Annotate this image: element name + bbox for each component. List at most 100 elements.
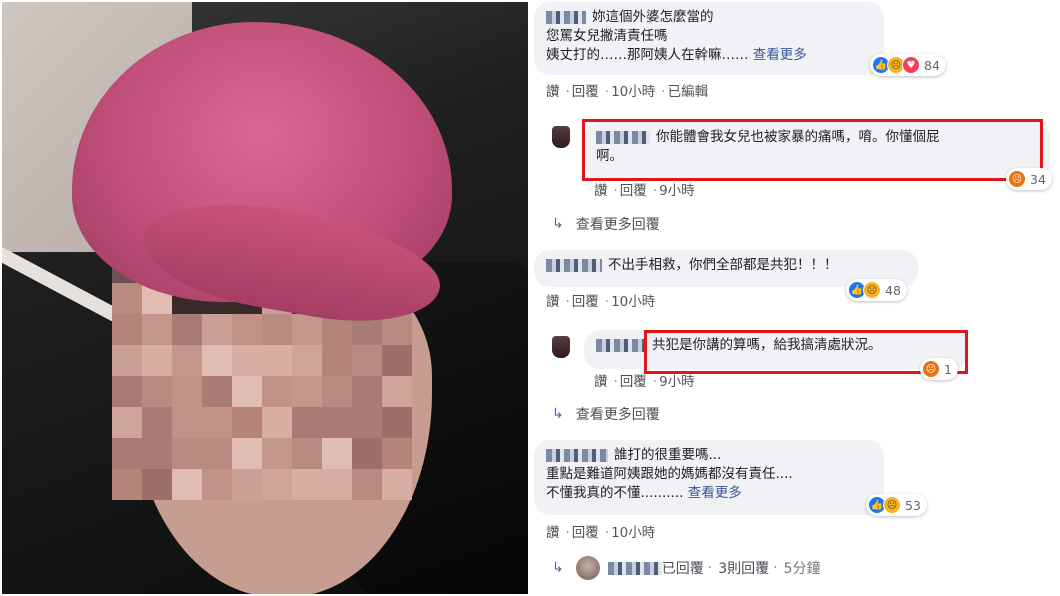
mosaic-tile [112, 345, 142, 376]
mosaic-tile [382, 407, 412, 438]
mosaic-tile [232, 407, 262, 438]
mosaic-tile [382, 345, 412, 376]
avatar[interactable] [552, 336, 570, 358]
commenter-name[interactable] [596, 338, 646, 352]
avatar [575, 556, 600, 580]
comment-text: 姨丈打的……那阿姨人在幹嘛…… [546, 47, 749, 63]
comment-actions: 讚 · 回覆 · 10小時 · 已編輯 [546, 84, 709, 100]
mosaic-tile [382, 376, 412, 407]
replier-name[interactable] [607, 561, 662, 575]
mosaic-tile [112, 314, 142, 345]
reply-button[interactable]: 回覆 [620, 374, 647, 390]
like-button[interactable]: 讚 [546, 294, 560, 310]
reply-button[interactable]: 回覆 [572, 525, 599, 541]
mosaic-tile [172, 469, 202, 500]
commenter-name[interactable] [546, 258, 602, 272]
reaction-summary[interactable]: ☹ 1 [920, 358, 958, 380]
reply-count[interactable]: 3則回覆 [718, 558, 769, 578]
reply-button[interactable]: 回覆 [572, 84, 599, 100]
mosaic-tile [142, 438, 172, 469]
mosaic-tile [352, 469, 382, 500]
edited-label: 已編輯 [667, 84, 709, 100]
mosaic-tile [292, 345, 322, 376]
mosaic-tile [232, 376, 262, 407]
reaction-summary[interactable]: 👍 ☹ ♥ 84 [870, 54, 946, 76]
mosaic-tile [142, 407, 172, 438]
mosaic-tile [202, 469, 232, 500]
reply-arrow-icon: ↳ [552, 216, 564, 232]
mosaic-tile [292, 469, 322, 500]
view-more-replies-link[interactable]: ↳ 查看更多回覆 [552, 214, 660, 234]
timestamp[interactable]: 10小時 [611, 294, 655, 310]
comment-actions: 讚 · 回覆 · 9小時 [594, 183, 695, 199]
mosaic-tile [322, 407, 352, 438]
mosaic-tile [172, 376, 202, 407]
timestamp[interactable]: 9小時 [659, 183, 695, 199]
mosaic-tile [112, 283, 142, 314]
mosaic-tile [142, 345, 172, 376]
comment-text: 誰打的很重要嗎... [614, 447, 722, 463]
mosaic-tile [172, 345, 202, 376]
mosaic-tile [112, 438, 142, 469]
mosaic-tile [262, 407, 292, 438]
reply-arrow-icon: ↳ [552, 560, 564, 576]
mosaic-tile [352, 376, 382, 407]
mosaic-tile [202, 345, 232, 376]
commenter-name[interactable] [546, 10, 586, 24]
mosaic-tile [232, 469, 262, 500]
view-more-replies-link[interactable]: ↳ 查看更多回覆 [552, 404, 660, 424]
highlight-box [582, 119, 1043, 181]
mosaic-tile [292, 314, 322, 345]
timestamp[interactable]: 10小時 [611, 84, 655, 100]
mosaic-tile [292, 438, 322, 469]
reply-button[interactable]: 回覆 [572, 294, 599, 310]
mosaic-tile [172, 407, 202, 438]
mosaic-tile [292, 407, 322, 438]
profile-photo [2, 2, 528, 594]
mosaic-tile [112, 407, 142, 438]
mosaic-tile [142, 376, 172, 407]
timestamp[interactable]: 9小時 [659, 374, 695, 390]
mosaic-tile [232, 438, 262, 469]
comment-actions: 讚 · 回覆 · 9小時 [594, 374, 695, 390]
mosaic-tile [202, 314, 232, 345]
mosaic-tile [172, 314, 202, 345]
comment-bubble: 妳這個外婆怎麼當的 您罵女兒撇清責任嗎 姨丈打的……那阿姨人在幹嘛…… 查看更多 [534, 2, 884, 75]
mosaic-tile [262, 376, 292, 407]
view-more-replies-label: 查看更多回覆 [575, 217, 660, 233]
reaction-count: 84 [924, 57, 940, 73]
comment-text: 不出手相救，你們全部都是共犯！！！ [608, 257, 838, 273]
reaction-count: 53 [905, 497, 921, 513]
mosaic-tile [112, 376, 142, 407]
reaction-summary[interactable]: 👍 ☹ 53 [866, 494, 927, 516]
like-button[interactable]: 讚 [546, 84, 560, 100]
comment-bubble: 誰打的很重要嗎... 重點是難道阿姨跟她的媽媽都沒有責任.... 不懂我真的不懂… [534, 440, 884, 515]
replies-summary[interactable]: ↳ 已回覆 · 3則回覆 · 5分鐘 [552, 556, 820, 580]
comment-text: 不懂我真的不懂.......... [546, 485, 684, 501]
like-button[interactable]: 讚 [594, 374, 608, 390]
timestamp[interactable]: 10小時 [611, 525, 655, 541]
mosaic-tile [382, 469, 412, 500]
mosaic-tile [322, 438, 352, 469]
mosaic-tile [112, 469, 142, 500]
mosaic-tile [262, 314, 292, 345]
mosaic-tile [142, 469, 172, 500]
comment-text: 重點是難道阿姨跟她的媽媽都沒有責任.... [546, 466, 793, 482]
reaction-summary[interactable]: 👍 ☹ 48 [846, 279, 907, 301]
mosaic-tile [352, 345, 382, 376]
reaction-summary[interactable]: ☹ 34 [1006, 168, 1052, 190]
like-button[interactable]: 讚 [594, 183, 608, 199]
commenter-name[interactable] [546, 448, 608, 462]
see-more-link[interactable]: 查看更多 [688, 485, 742, 501]
comments-panel: 妳這個外婆怎麼當的 您罵女兒撇清責任嗎 姨丈打的……那阿姨人在幹嘛…… 查看更多… [528, 0, 1060, 596]
mosaic-tile [172, 438, 202, 469]
comment-actions: 讚 · 回覆 · 10小時 [546, 525, 656, 541]
love-reaction-icon: ♥ [902, 56, 920, 74]
avatar[interactable] [552, 126, 570, 148]
mosaic-tile [142, 314, 172, 345]
replied-label: 已回覆 [661, 561, 704, 577]
see-more-link[interactable]: 查看更多 [753, 47, 807, 63]
reaction-count: 1 [944, 361, 952, 377]
reply-button[interactable]: 回覆 [620, 183, 647, 199]
like-button[interactable]: 讚 [546, 525, 560, 541]
